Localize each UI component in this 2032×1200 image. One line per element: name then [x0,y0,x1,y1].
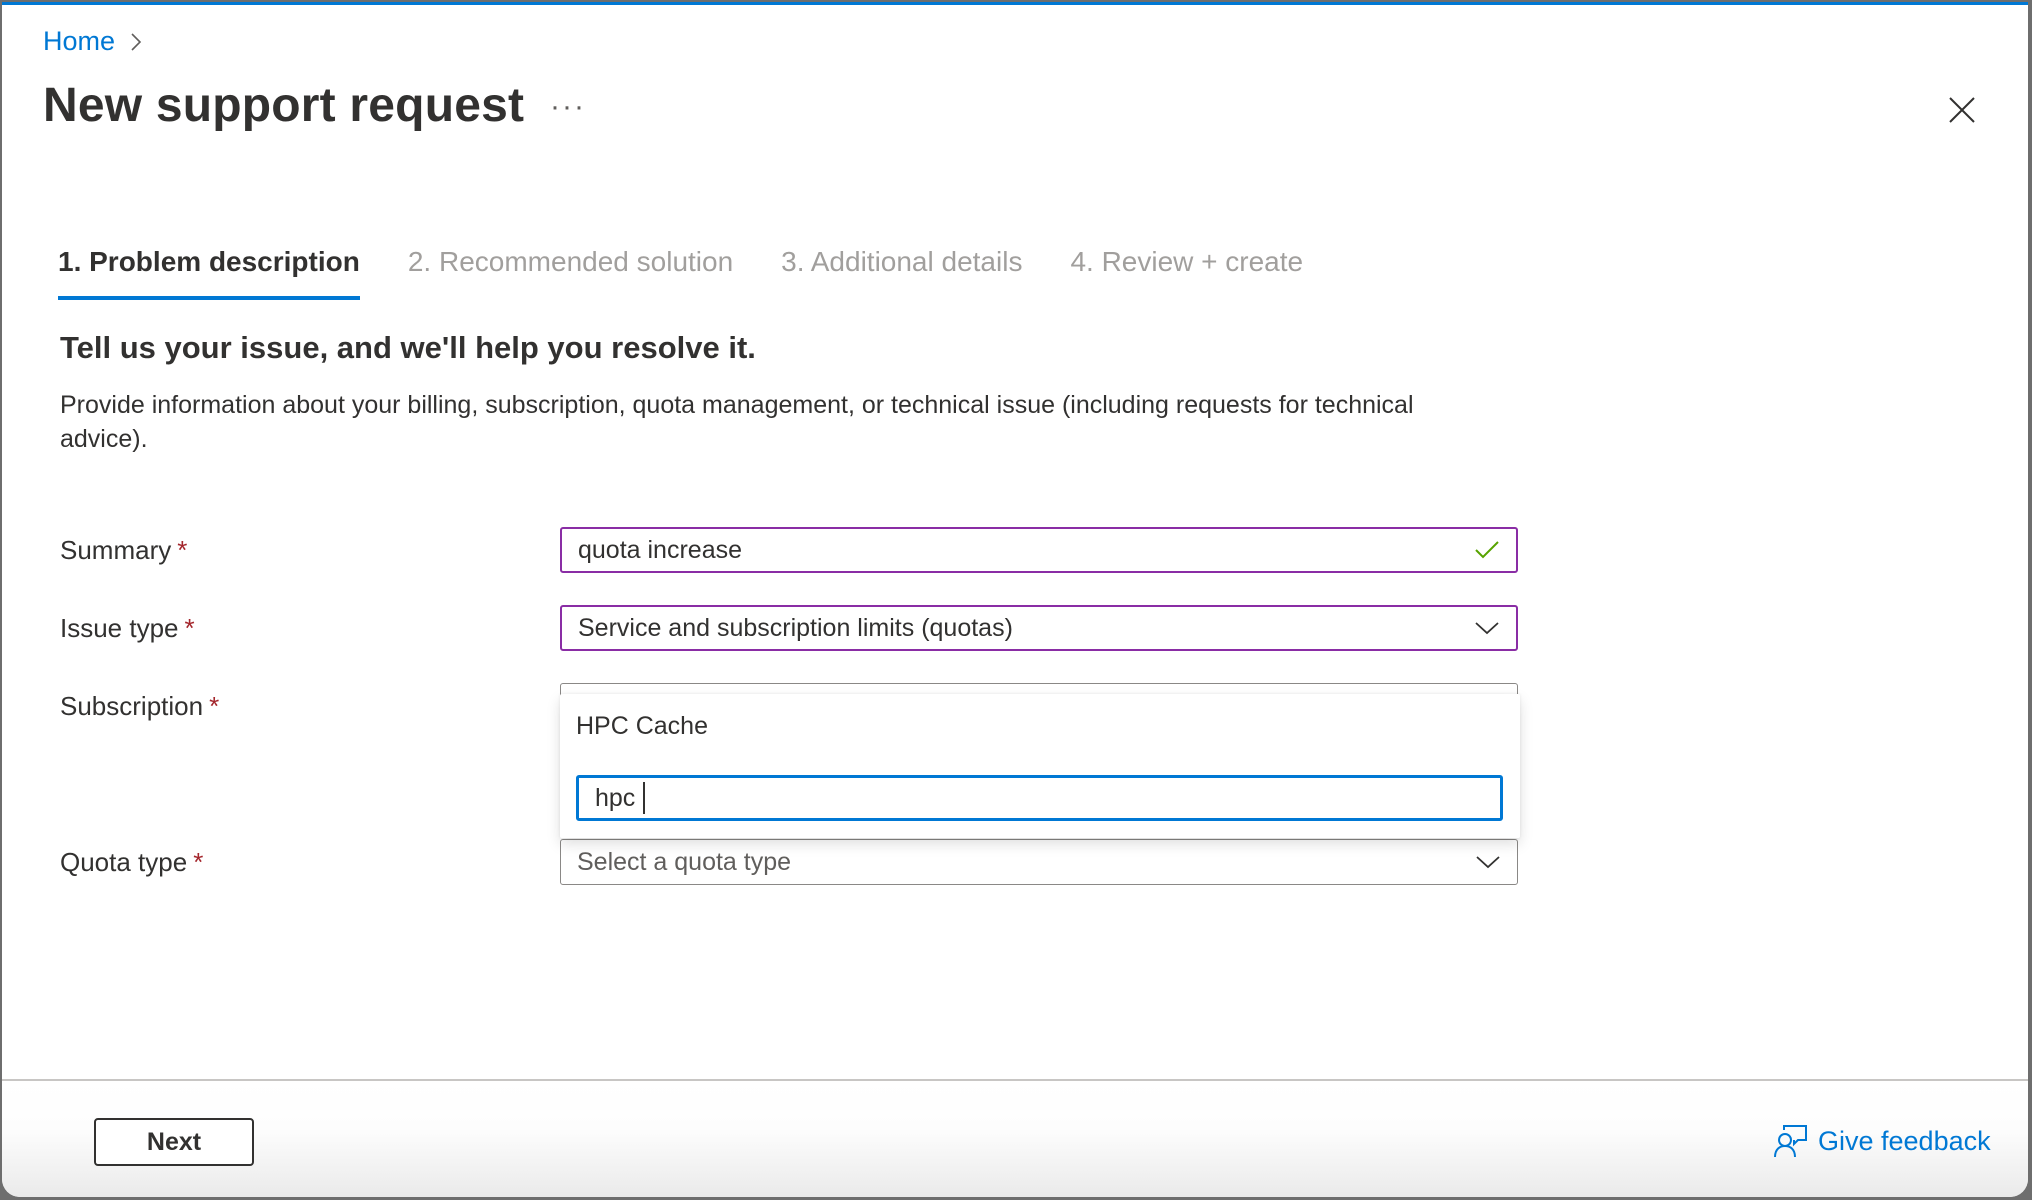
text-caret [643,782,646,814]
subscription-search-input[interactable]: hpc [576,775,1503,821]
feedback-icon [1774,1125,1807,1158]
chevron-down-icon [1476,856,1500,869]
subscription-option[interactable]: HPC Cache [576,712,708,741]
summary-label-text: Summary [60,535,172,565]
next-button[interactable]: Next [94,1118,254,1166]
chevron-right-icon [131,32,142,51]
subscription-dropdown-panel: HPC Cache hpc [560,694,1520,838]
quota-type-label: Quota type * [60,847,203,878]
quota-type-dropdown[interactable]: Select a quota type [560,839,1518,885]
required-marker: * [209,691,220,721]
tab-review-create[interactable]: 4. Review + create [1070,246,1303,300]
wizard-tabs: 1. Problem description 2. Recommended so… [58,246,1351,300]
quota-type-label-text: Quota type [60,847,188,877]
more-options-button[interactable]: ··· [550,90,586,124]
accent-bar [2,2,2028,5]
tab-additional-details[interactable]: 3. Additional details [781,246,1022,300]
issue-type-label-text: Issue type [60,613,179,643]
summary-input[interactable]: quota increase [560,527,1518,573]
breadcrumb-home-link[interactable]: Home [43,26,115,57]
close-icon[interactable] [1946,94,1978,126]
subscription-label-text: Subscription [60,691,204,721]
subscription-search-value: hpc [595,783,636,812]
issue-type-value: Service and subscription limits (quotas) [578,613,1013,642]
chevron-down-icon [1475,622,1499,635]
issue-type-dropdown[interactable]: Service and subscription limits (quotas) [560,605,1518,651]
checkmark-icon [1475,541,1499,559]
required-marker: * [184,613,195,643]
quota-type-placeholder: Select a quota type [577,847,792,876]
page-title: New support request [43,79,525,132]
subscription-label: Subscription * [60,691,219,722]
section-description: Provide information about your billing, … [60,391,1414,453]
summary-input-value: quota increase [578,535,743,564]
breadcrumb: Home [43,26,143,57]
section-heading: Tell us your issue, and we'll help you r… [60,330,756,365]
footer [2,1081,2028,1197]
summary-label: Summary * [60,535,187,566]
tab-recommended-solution[interactable]: 2. Recommended solution [408,246,733,300]
give-feedback-label: Give feedback [1818,1125,1991,1156]
issue-type-label: Issue type * [60,613,195,644]
support-request-blade: Home New support request ··· 1. Problem … [2,2,2028,1197]
give-feedback-link[interactable]: Give feedback [1774,1124,1991,1158]
required-marker: * [193,847,204,877]
required-marker: * [177,535,188,565]
tab-problem-description[interactable]: 1. Problem description [58,246,360,300]
